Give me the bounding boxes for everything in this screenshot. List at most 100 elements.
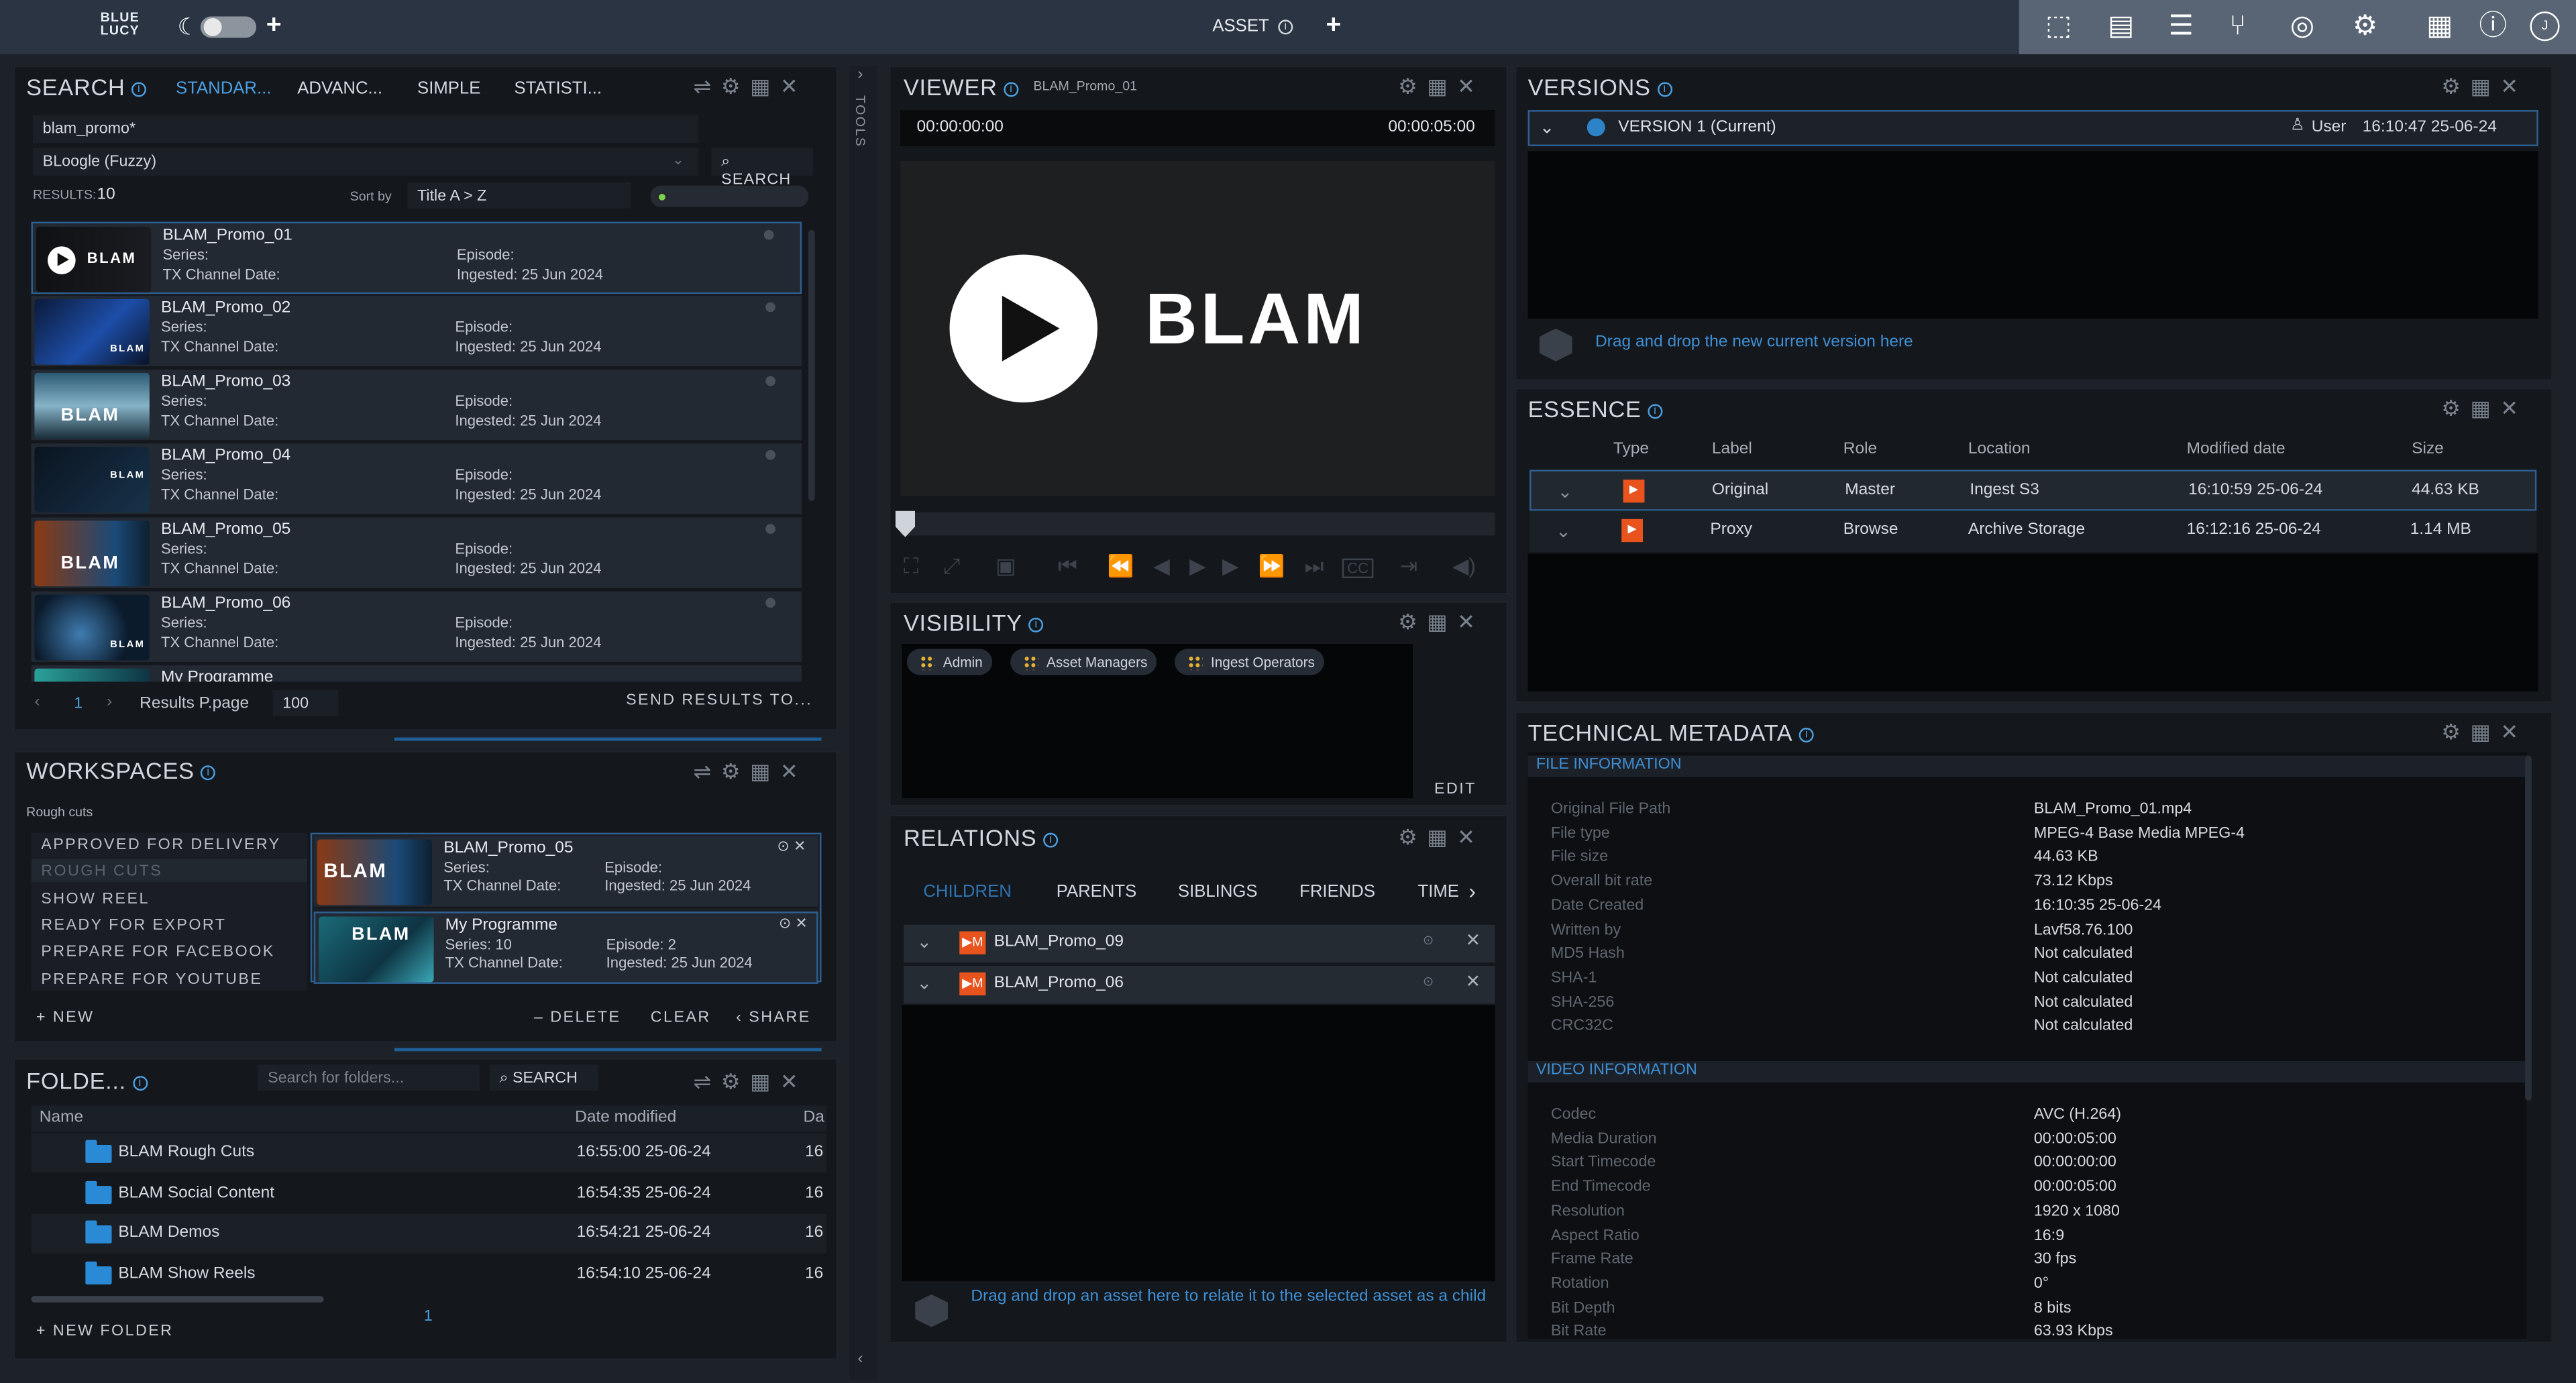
col-modified[interactable]: Modified date	[2187, 440, 2286, 458]
info-icon[interactable]: ⊙	[1423, 974, 1434, 989]
col-role[interactable]: Role	[1843, 440, 1877, 458]
video-info-header[interactable]: VIDEO INFORMATION	[1527, 1061, 2527, 1083]
chevron-right-icon[interactable]: ›	[857, 66, 863, 84]
tab-standard[interactable]: STANDAR...	[176, 79, 271, 99]
panel-controls[interactable]: ⇌⚙▦✕	[693, 1069, 808, 1095]
clear-button[interactable]: CLEAR	[651, 1009, 711, 1027]
checklist-icon[interactable]: ☰	[2169, 10, 2194, 43]
workspace-card[interactable]: BLAM BLAM_Promo_05 Series: TX Channel Da…	[313, 836, 818, 909]
add-tab-button[interactable]: +	[266, 12, 282, 40]
col-date[interactable]: Date modified	[575, 1109, 676, 1127]
workflow-icon[interactable]: ⑂	[2229, 10, 2246, 43]
folder-row[interactable]: BLAM Demos 16:54:21 25-06-24 16	[31, 1213, 826, 1254]
info-icon[interactable]	[763, 229, 774, 240]
asset-tab-label[interactable]: ASSET	[1212, 16, 1269, 36]
page-number[interactable]: 1	[74, 695, 83, 713]
col-type[interactable]: Type	[1613, 440, 1649, 458]
delete-button[interactable]: – DELETE	[534, 1009, 621, 1027]
chevron-left-icon[interactable]: ‹	[857, 1350, 863, 1368]
volume-icon[interactable]: ◀)	[1452, 553, 1476, 579]
folder-row[interactable]: BLAM Rough Cuts 16:55:00 25-06-24 16	[31, 1133, 826, 1173]
tab-siblings[interactable]: SIBLINGS	[1178, 882, 1258, 901]
user-avatar[interactable]: J	[2530, 11, 2560, 42]
tab-time[interactable]: TIME	[1417, 882, 1458, 901]
fullscreen-icon[interactable]: ⤢	[943, 553, 960, 579]
col-size[interactable]: Size	[2412, 440, 2444, 458]
new-workspace-button[interactable]: + NEW	[36, 1009, 95, 1027]
expand-icon[interactable]: ⌄	[1556, 520, 1571, 542]
play-icon[interactable]	[949, 254, 1097, 403]
techmeta-scrollbar[interactable]	[2525, 755, 2532, 1101]
essence-row[interactable]: ⌄ ▶ Proxy Browse Archive Storage 16:12:1…	[1529, 510, 2537, 552]
relations-drop-area[interactable]	[902, 1005, 1495, 1282]
visibility-chip[interactable]: Admin	[906, 649, 993, 675]
next-page-icon[interactable]: ›	[107, 693, 112, 711]
workspace-card[interactable]: BLAM My Programme Series: 10 TX Channel …	[313, 911, 818, 984]
search-result-row[interactable]: BLAM BLAM_Promo_02 Series: TX Channel Date:…	[31, 295, 802, 368]
view-toggle[interactable]	[650, 185, 808, 207]
chevron-down-icon[interactable]: ⌄	[1540, 117, 1555, 137]
col-location[interactable]: Location	[1968, 440, 2031, 458]
tab-parents[interactable]: PARENTS	[1057, 882, 1137, 901]
panel-controls[interactable]: ⚙▦✕	[1398, 824, 1485, 850]
col-label[interactable]: Label	[1712, 440, 1752, 458]
help-icon[interactable]: ⓘ	[2479, 10, 2508, 43]
workspace-item-active[interactable]: ROUGH CUTS	[41, 863, 162, 881]
ingest-icon[interactable]: ▤	[2108, 10, 2134, 43]
fit-icon[interactable]: ⛶	[904, 553, 918, 579]
visibility-chip[interactable]: Ingest Operators	[1175, 649, 1325, 675]
info-icon[interactable]	[765, 302, 775, 313]
tab-simple[interactable]: SIMPLE	[417, 79, 480, 99]
tab-statistics[interactable]: STATISTI...	[515, 79, 602, 99]
col-name[interactable]: Name	[40, 1109, 83, 1127]
relation-row[interactable]: ⌄ ▶M BLAM_Promo_06 ⊙ ✕	[903, 966, 1495, 1004]
col-more[interactable]: Da	[804, 1109, 824, 1127]
share-button[interactable]: ‹ SHARE	[736, 1009, 811, 1027]
step-back-icon[interactable]: ◀	[1153, 553, 1169, 579]
info-icon[interactable]: i	[1278, 19, 1293, 35]
expand-icon[interactable]: ⌄	[917, 973, 932, 993]
workspace-item[interactable]: SHOW REEL	[41, 890, 150, 908]
timeline-scrubber[interactable]	[900, 512, 1495, 536]
snapshot-icon[interactable]: ▣	[996, 553, 1016, 579]
prev-page-icon[interactable]: ‹	[34, 693, 40, 711]
play-small-icon[interactable]: ▶	[1189, 553, 1205, 579]
info-icon[interactable]	[765, 376, 775, 386]
theme-toggle[interactable]: ☾	[177, 13, 257, 40]
folder-row[interactable]: BLAM Social Content 16:54:35 25-06-24 16	[31, 1173, 826, 1213]
results-scrollbar[interactable]	[808, 229, 815, 501]
tools-label[interactable]: TOOLS	[853, 95, 867, 148]
panel-controls[interactable]: ⚙▦✕	[1398, 610, 1485, 636]
tag-icon[interactable]: ⬚	[2045, 10, 2072, 43]
add-panel-button[interactable]: +	[1326, 12, 1341, 40]
monitor-icon[interactable]: ◎	[2290, 10, 2314, 43]
rewind-icon[interactable]: ⏪	[1108, 553, 1134, 579]
folder-search-input[interactable]: Search for folders...	[258, 1064, 480, 1091]
step-forward-icon[interactable]: ▶	[1222, 553, 1238, 579]
chevron-right-icon[interactable]: ›	[1468, 879, 1476, 903]
search-result-row[interactable]: BLAM BLAM_Promo_03 Series: TX Channel Date:…	[31, 370, 802, 442]
settings-icon[interactable]: ⚙	[2353, 10, 2377, 43]
panel-controls[interactable]: ⇌⚙▦✕	[693, 74, 808, 100]
loop-icon[interactable]: ⇥	[1400, 553, 1418, 579]
close-icon[interactable]: ⊙ ✕	[779, 915, 808, 933]
tab-children[interactable]: CHILDREN	[923, 882, 1011, 901]
edit-visibility-button[interactable]: EDIT	[1434, 780, 1477, 798]
sort-select[interactable]: Title A > Z	[407, 182, 631, 209]
folder-page[interactable]: 1	[424, 1307, 433, 1325]
workspace-item[interactable]: APPROVED FOR DELIVERY	[41, 836, 280, 854]
search-result-row[interactable]: My Programme	[31, 665, 802, 683]
send-results-button[interactable]: SEND RESULTS TO...	[626, 692, 812, 710]
file-info-header[interactable]: FILE INFORMATION	[1527, 755, 2527, 777]
workspace-item[interactable]: READY FOR EXPORT	[41, 917, 226, 935]
new-folder-button[interactable]: + NEW FOLDER	[36, 1322, 174, 1340]
panel-controls[interactable]: ⇌⚙▦✕	[693, 759, 808, 785]
to-start-icon[interactable]: ⏮	[1058, 553, 1077, 579]
search-query-input[interactable]: blam_promo*	[32, 115, 698, 144]
remove-icon[interactable]: ✕	[1466, 971, 1481, 992]
panel-controls[interactable]: ⚙▦✕	[2441, 74, 2528, 100]
apps-grid-icon[interactable]: ▦	[2426, 10, 2453, 43]
panel-controls[interactable]: ⚙▦✕	[2441, 720, 2528, 746]
info-icon[interactable]	[765, 450, 775, 460]
visibility-chip[interactable]: Asset Managers	[1010, 649, 1158, 675]
